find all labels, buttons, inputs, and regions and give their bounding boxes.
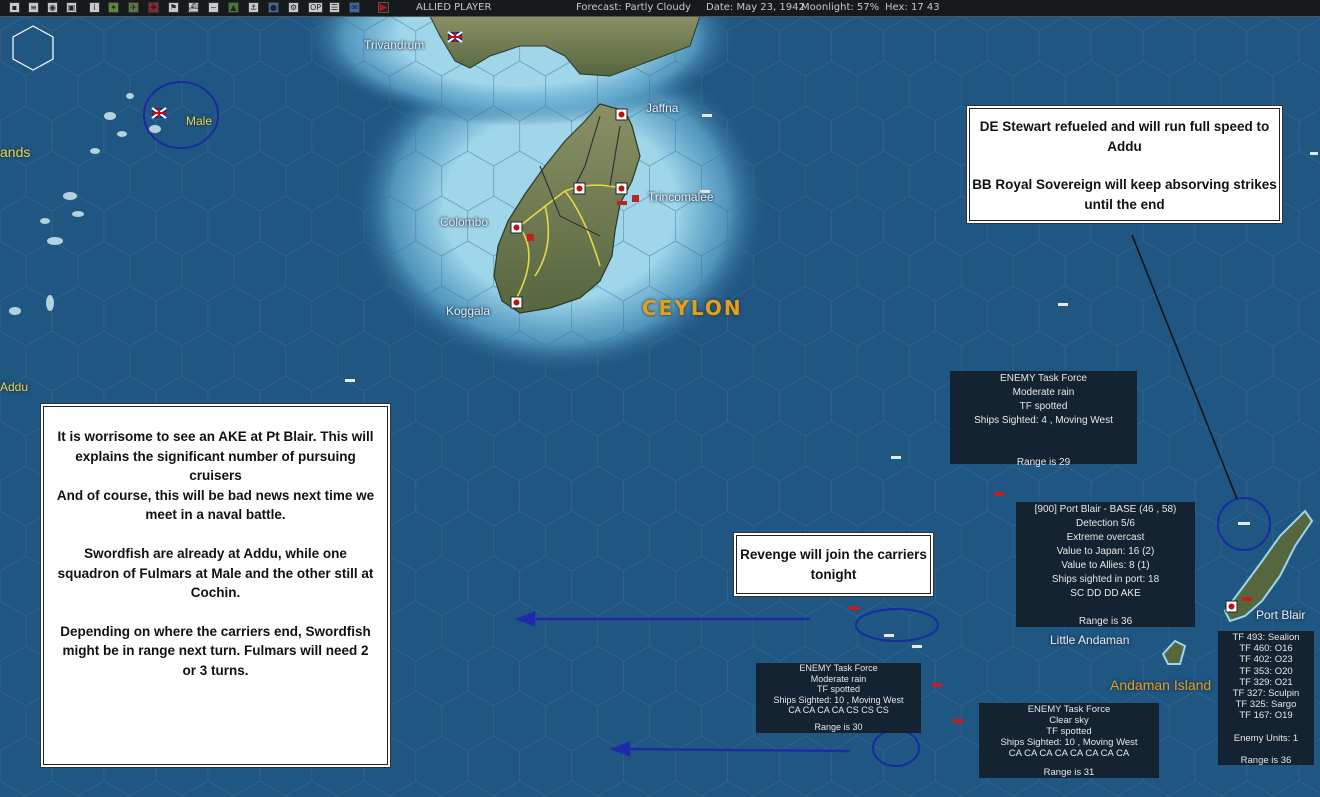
place-little-andaman: Little Andaman xyxy=(1050,633,1130,647)
panel-line: [900] Port Blair - BASE (46 , 58) xyxy=(1034,504,1177,515)
note-line: BB Royal Sovereign will keep absorving s… xyxy=(972,177,1277,212)
panel-line: Enemy Units: 1 xyxy=(1233,732,1299,744)
panel-line: TF spotted xyxy=(816,684,861,694)
panel-line: Range is 29 xyxy=(1016,457,1071,468)
place-male: Male xyxy=(186,114,213,128)
panel-line: ENEMY Task Force xyxy=(799,663,878,673)
report-icon[interactable]: ≡ xyxy=(28,2,39,13)
tf-list-item[interactable]: TF 325: Sargo xyxy=(1218,699,1314,710)
tf-list-item[interactable]: TF 353: O20 xyxy=(1218,666,1314,677)
unit-list-icon[interactable]: ☰ xyxy=(329,2,340,13)
panel-enemy-tf-3[interactable]: ENEMY Task Force Clear sky TF spotted Sh… xyxy=(979,703,1159,778)
tf-list-item[interactable]: TF 402: O23 xyxy=(1218,654,1314,665)
note-line: And of course, this will be bad news nex… xyxy=(56,487,375,523)
panel-line: Range is 36 xyxy=(1240,754,1292,766)
hex-label: Hex: 17 43 xyxy=(885,2,940,13)
note-spacer xyxy=(54,603,377,622)
panel-enemy-tf-1[interactable]: ENEMY Task Force Moderate rain TF spotte… xyxy=(950,371,1137,468)
panel-line: TF spotted xyxy=(1019,401,1068,412)
place-trivandrum: Trivandrum xyxy=(364,38,425,52)
op-icon[interactable]: OP xyxy=(308,2,323,13)
moonlight-label: Moonlight: 57% xyxy=(801,2,880,13)
flag-icon[interactable]: ⚑ xyxy=(168,2,179,13)
port-icon[interactable]: ⚓ xyxy=(248,2,259,13)
panel-line: Ships Sighted: 10 , Moving West xyxy=(1000,737,1138,748)
panel-line: Clear sky xyxy=(1049,715,1089,726)
panel-line: Range is 36 xyxy=(1078,616,1133,627)
note-line: Revenge will join the carriers tonight xyxy=(740,547,927,582)
panel-line: Detection 5/6 xyxy=(1076,518,1135,529)
panel-line: TF spotted xyxy=(1046,726,1092,737)
submarine-icon[interactable]: ~ xyxy=(208,2,219,13)
panel-line: Ships Sighted: 10 , Moving West xyxy=(773,694,904,705)
info-icon[interactable]: i xyxy=(89,2,100,13)
save-icon[interactable]: ▪ xyxy=(9,2,20,13)
panel-line: Moderate rain xyxy=(810,673,867,684)
panel-spacer xyxy=(979,759,1159,767)
note-top-right: DE Stewart refueled and will run full sp… xyxy=(969,108,1280,221)
ship-icon[interactable]: ⛴ xyxy=(188,2,199,13)
end-turn-icon[interactable]: ▶ xyxy=(378,2,389,13)
base-icon[interactable]: ▲ xyxy=(228,2,239,13)
panel-line: Range is 30 xyxy=(814,721,863,732)
panel-line: ENEMY Task Force xyxy=(1027,704,1111,715)
panel-line: Ships Sighted: 4 , Moving West xyxy=(974,415,1113,426)
note-line: DE Stewart refueled and will run full sp… xyxy=(979,119,1270,154)
panel-line: ENEMY Task Force xyxy=(1000,373,1087,384)
note-line: It is worrisome to see an AKE at Pt Blai… xyxy=(57,429,374,484)
note-line: Depending on where the carriers end, Swo… xyxy=(60,623,371,678)
place-koggala: Koggala xyxy=(446,304,491,318)
panel-spacer xyxy=(950,428,1137,442)
tf-list-item[interactable]: TF 327: Sculpin xyxy=(1218,688,1314,699)
ops-icon[interactable]: ▣ xyxy=(66,2,77,13)
panel-port-blair-base[interactable]: [900] Port Blair - BASE (46 , 58) Detect… xyxy=(1016,502,1195,627)
player-label: ALLIED PLAYER xyxy=(416,2,492,13)
tf-list-item[interactable]: TF 460: O16 xyxy=(1218,643,1314,654)
panel-line: Range is 31 xyxy=(1043,767,1095,778)
panel-spacer xyxy=(950,442,1137,456)
panel-spacer xyxy=(1016,601,1195,615)
tf-list-item[interactable]: TF 329: O21 xyxy=(1218,677,1314,688)
region-ceylon: CEYLON xyxy=(642,296,743,320)
top-toolbar: ▪ ≡ ◉ ▣ i ✦ ✈ ✚ ⚑ ⛴ ~ ▲ ⚓ ● ⚙ OP ☰ ✉ ▶ A… xyxy=(0,0,1320,17)
forecast-label: Forecast: Partly Cloudy xyxy=(576,2,691,13)
globe-icon[interactable]: ● xyxy=(268,2,279,13)
place-trincomalee: Trincomalee xyxy=(648,190,714,204)
place-andaman-islands: Andaman Island xyxy=(1110,677,1212,693)
panel-line: CA CA CA CA CA CA CA CA xyxy=(1008,748,1130,759)
air-icon[interactable]: ✦ xyxy=(108,2,119,13)
panel-line: Extreme overcast xyxy=(1066,532,1145,543)
place-jaffna: Jaffna xyxy=(646,101,679,115)
gear-icon[interactable]: ⚙ xyxy=(288,2,299,13)
place-addu-partial: Addu xyxy=(0,380,29,394)
naval-air-icon[interactable]: ✚ xyxy=(148,2,159,13)
tf-list-item[interactable]: TF 167: O19 xyxy=(1218,710,1314,721)
panel-tf-list[interactable]: TF 493: Sealion TF 460: O16 TF 402: O23 … xyxy=(1218,631,1314,766)
intel-icon[interactable]: ◉ xyxy=(47,2,58,13)
date-label: Date: May 23, 1942 xyxy=(706,2,805,13)
panel-line: Moderate rain xyxy=(1012,387,1075,398)
panel-line: Value to Japan: 16 (2) xyxy=(1056,546,1155,557)
tf-list-item[interactable]: TF 493: Sealion xyxy=(1218,632,1314,643)
note-line: Swordfish are already at Addu, while one… xyxy=(57,545,374,601)
note-spacer xyxy=(54,525,377,544)
note-revenge: Revenge will join the carriers tonight xyxy=(736,535,931,594)
panel-line: SC DD DD AKE xyxy=(1070,588,1141,599)
note-spacer xyxy=(970,156,1279,175)
place-colombo: Colombo xyxy=(440,215,489,229)
panel-line: CA CA CA CA CS CS CS xyxy=(788,705,889,715)
panel-line: Ships sighted in port: 18 xyxy=(1051,574,1160,585)
note-left: It is worrisome to see an AKE at Pt Blai… xyxy=(43,406,388,765)
aircraft-icon[interactable]: ✈ xyxy=(128,2,139,13)
panel-spacer xyxy=(1218,744,1314,755)
panel-line: Value to Allies: 8 (1) xyxy=(1061,560,1150,571)
panel-spacer xyxy=(1218,722,1314,733)
panel-enemy-tf-2[interactable]: ENEMY Task Force Moderate rain TF spotte… xyxy=(756,663,921,733)
place-islands-partial: ands xyxy=(0,144,31,160)
mail-icon[interactable]: ✉ xyxy=(349,2,360,13)
place-port-blair: Port Blair xyxy=(1256,608,1306,622)
